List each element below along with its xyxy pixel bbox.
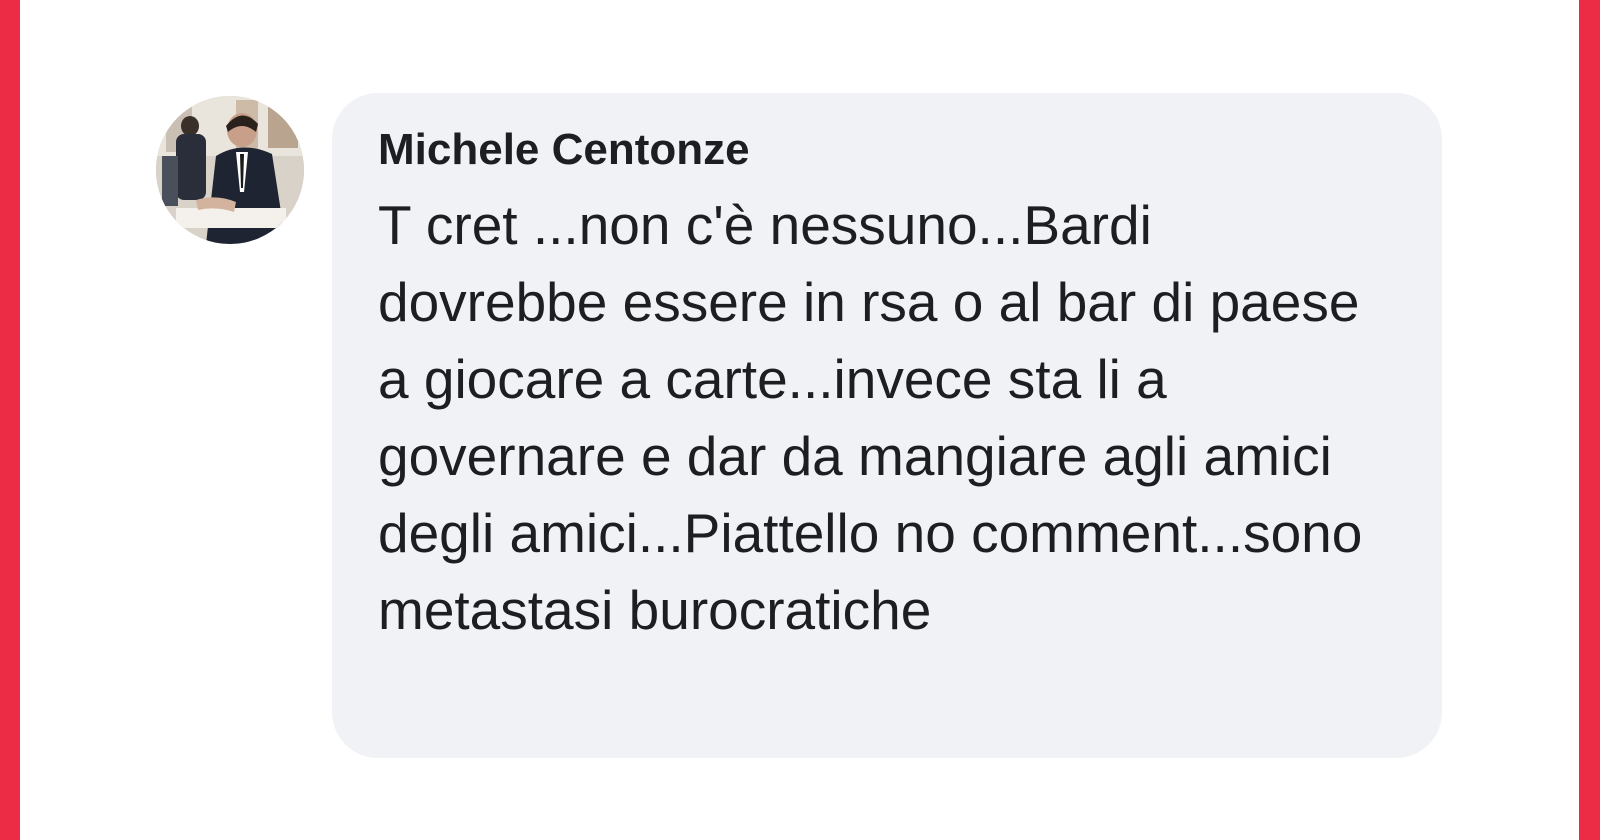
comment-author[interactable]: Michele Centonze (378, 121, 1402, 179)
comment-bubble: Michele Centonze T cret ...non c'è nessu… (332, 93, 1442, 758)
avatar[interactable] (156, 96, 304, 244)
right-frame-border (1579, 0, 1600, 840)
comment-text: T cret ...non c'è nessuno...Bardi dovreb… (378, 194, 1363, 641)
left-frame-border (0, 0, 20, 840)
profile-photo-icon (156, 96, 304, 244)
comment: Michele Centonze T cret ...non c'è nessu… (156, 93, 1446, 758)
